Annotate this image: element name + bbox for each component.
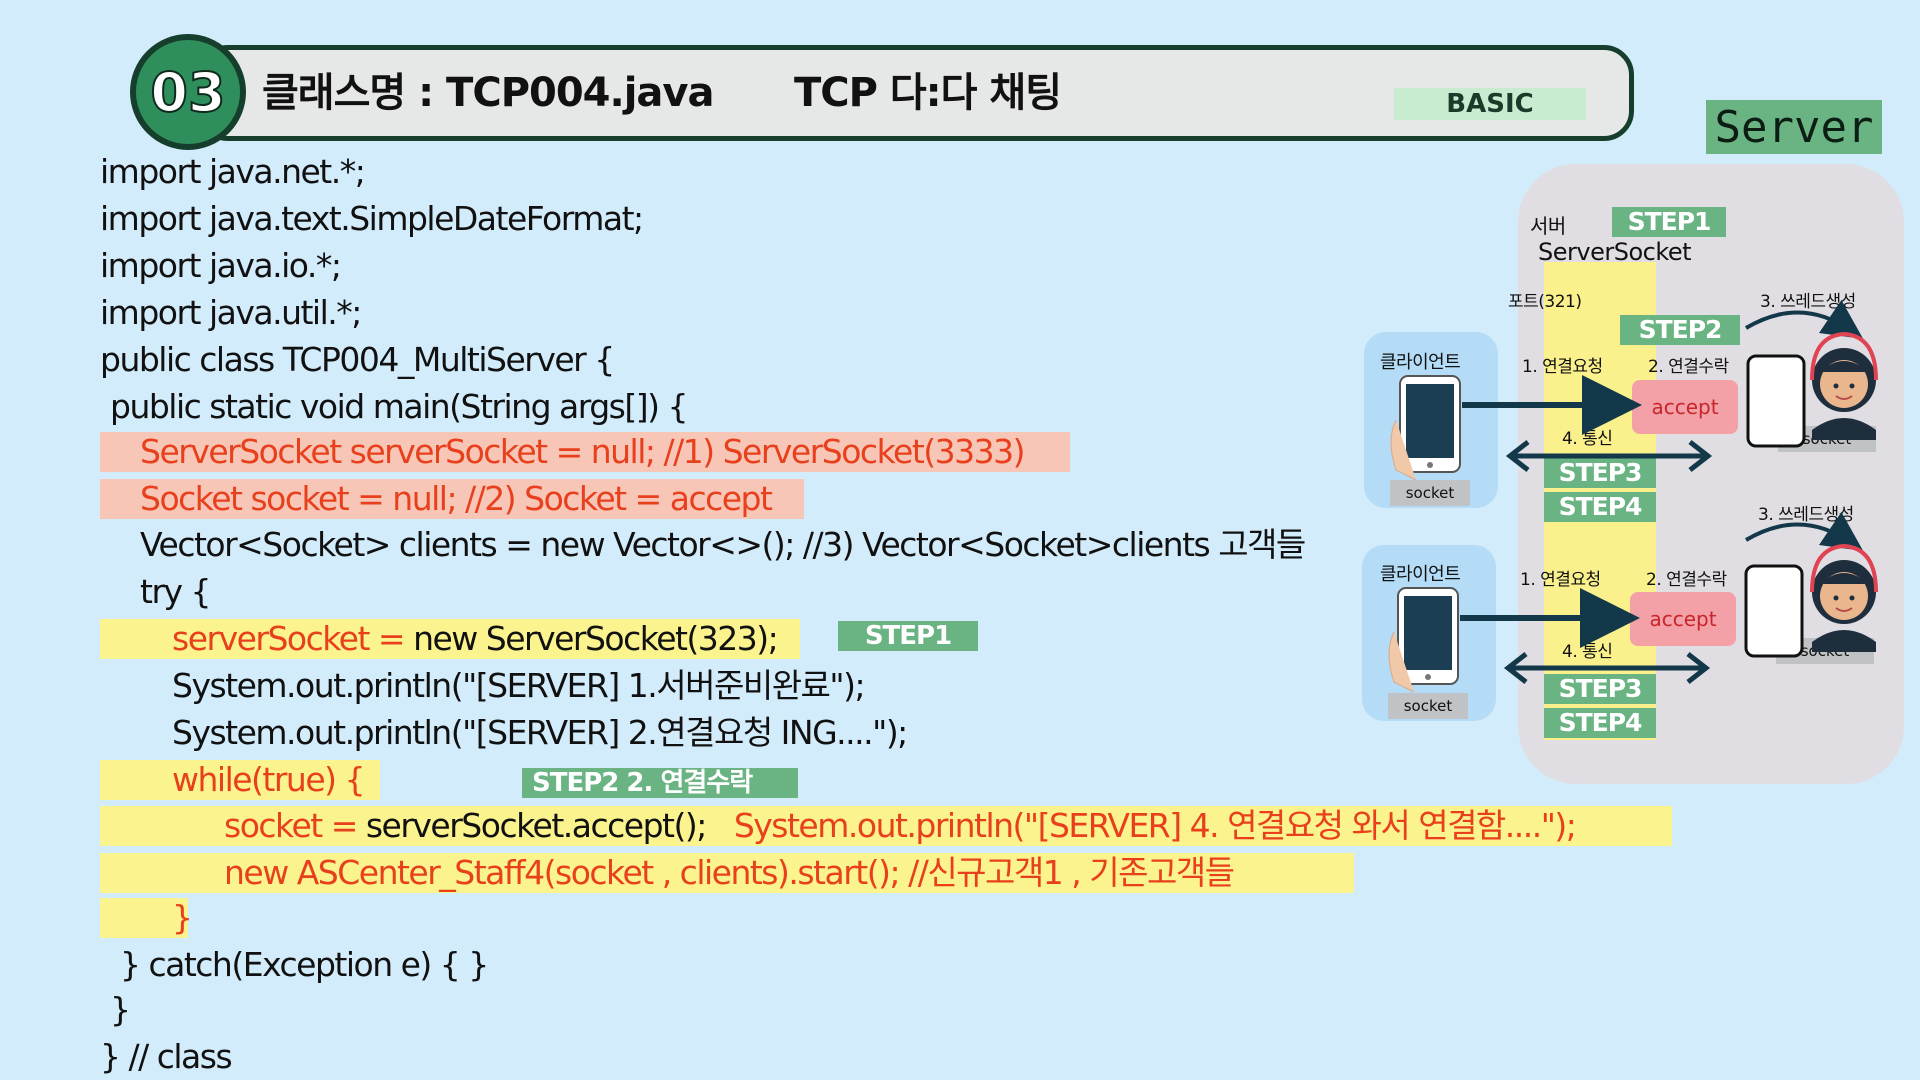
server-phone-icon: [1744, 354, 1806, 658]
staff-avatar-icon: [1810, 331, 1878, 652]
communication-arrow-icon: [1503, 440, 1713, 684]
client-1-phone-icon: [1390, 375, 1461, 481]
request-arrow-icon: [1460, 375, 1642, 648]
client-2-phone-icon: [1388, 587, 1459, 693]
diagram-graphics: [1388, 299, 1878, 693]
